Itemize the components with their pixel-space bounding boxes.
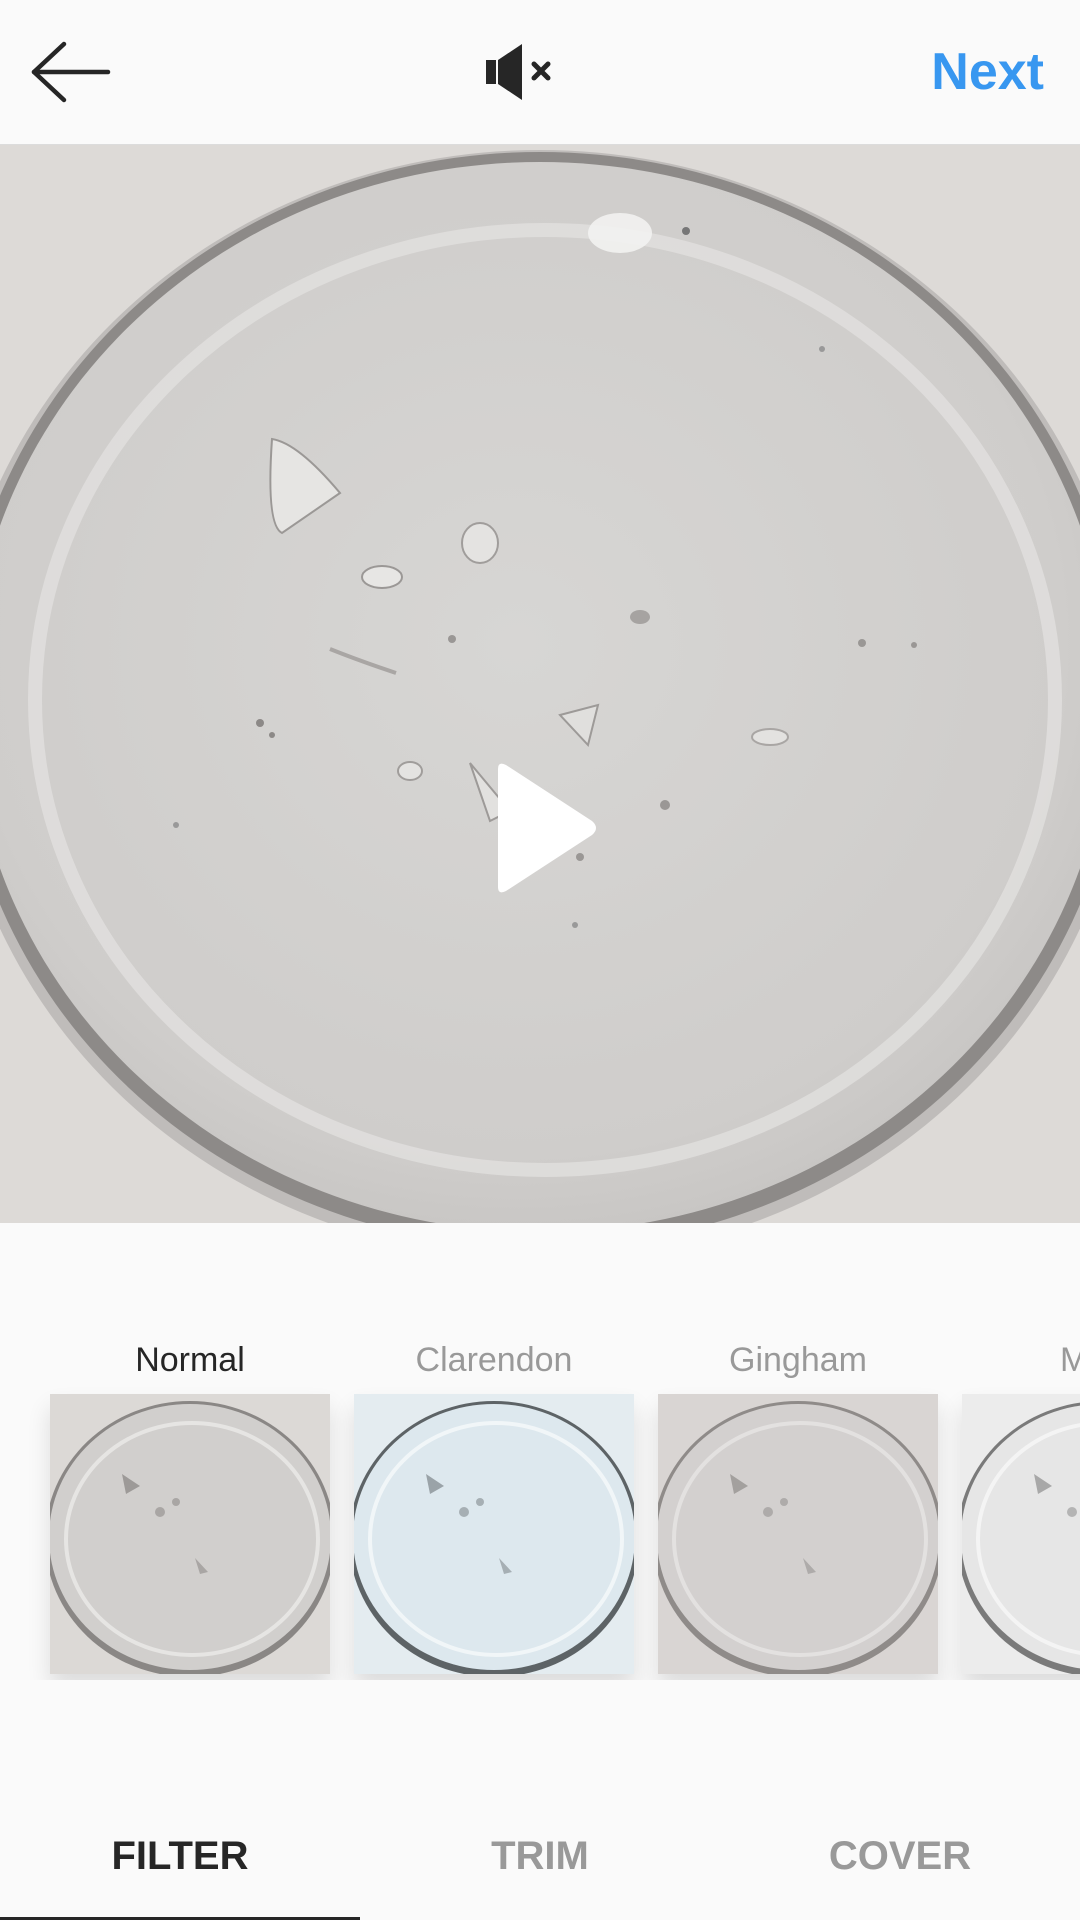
filter-label: Normal [135, 1341, 245, 1379]
filter-gingham[interactable]: Gingham [658, 1330, 938, 1674]
mute-button[interactable] [482, 40, 554, 104]
next-button[interactable]: Next [931, 42, 1044, 102]
video-frame-image [0, 145, 1080, 1223]
filter-thumbnail [962, 1394, 1080, 1674]
filter-label: Gingham [729, 1341, 867, 1379]
tab-cover[interactable]: COVER [720, 1792, 1080, 1920]
speaker-muted-icon [486, 44, 551, 100]
video-preview[interactable] [0, 145, 1080, 1223]
filter-thumbnail [354, 1394, 634, 1674]
filter-clarendon[interactable]: Clarendon [354, 1330, 634, 1674]
bottom-tab-bar: FILTER TRIM COVER [0, 1792, 1080, 1920]
filter-strip: Normal Clarendon Gingham M [0, 1330, 1080, 1680]
filter-thumbnail [658, 1394, 938, 1674]
arrow-left-icon [31, 41, 111, 103]
filter-normal[interactable]: Normal [50, 1330, 330, 1674]
filter-moon[interactable]: Moon [962, 1330, 1080, 1674]
filter-thumbnail [50, 1394, 330, 1674]
filter-label: Clarendon [415, 1341, 573, 1379]
tab-trim[interactable]: TRIM [360, 1792, 720, 1920]
tab-filter[interactable]: FILTER [0, 1792, 360, 1920]
play-icon[interactable] [490, 761, 600, 895]
top-bar: Next [0, 0, 1080, 145]
filter-label: Moon [1060, 1341, 1080, 1379]
back-button[interactable] [30, 38, 112, 106]
